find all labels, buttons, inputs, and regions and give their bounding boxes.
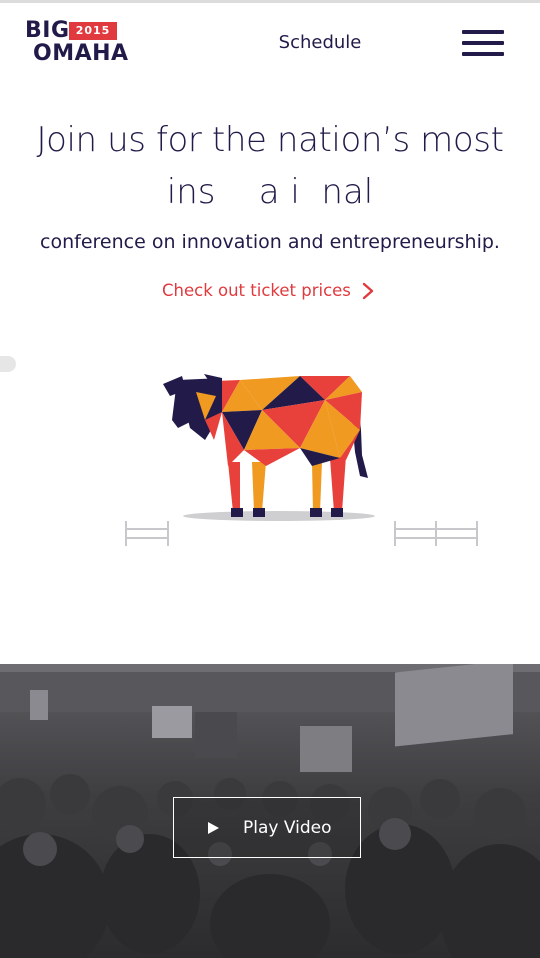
ticket-prices-label: Check out ticket prices [162,281,351,300]
cow-illustration [125,374,478,546]
chevron-right-icon [362,282,374,300]
schedule-link[interactable]: Schedule [270,30,370,56]
ticket-prices-link[interactable]: Check out ticket prices [162,278,382,304]
hero-subline: conference on innovation and entrepreneu… [40,231,500,253]
big-omaha-logo[interactable]: BIG 2015 OMAHA [25,20,129,66]
hero-headline: Join us for the nation’s most [36,120,504,160]
hero-rotating-word: ins a i nal [166,172,374,212]
logo-city-text: OMAHA [33,41,129,66]
logo-year-badge: 2015 [69,22,117,40]
top-border [0,0,540,3]
play-video-button[interactable]: Play Video [173,797,361,858]
hamburger-menu-icon[interactable] [462,30,504,58]
play-video-label: Play Video [243,818,332,838]
logo-big-text: BIG [25,18,70,43]
play-icon [208,822,219,834]
